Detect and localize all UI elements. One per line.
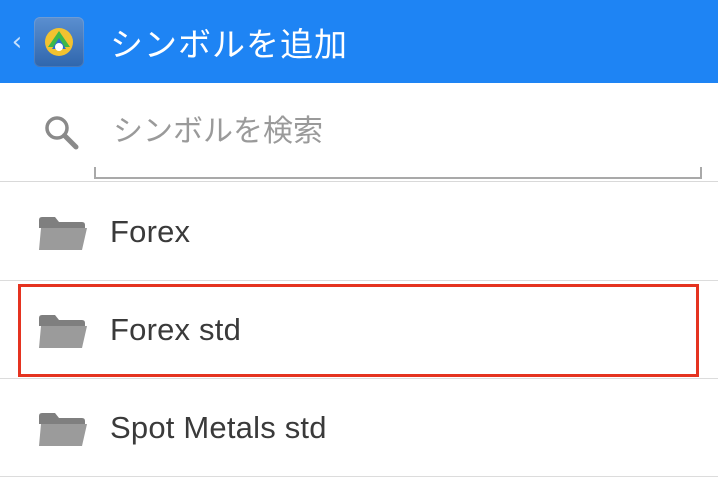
- folder-icon: [39, 315, 87, 348]
- search-bar: [0, 83, 718, 182]
- page-title: シンボルを追加: [110, 24, 348, 64]
- search-input-underline: [94, 167, 702, 179]
- list-item-spot-metals-std[interactable]: Spot Metals std: [0, 379, 718, 477]
- list-item-label: Spot Metals std: [110, 409, 327, 445]
- list-item-forex[interactable]: Forex: [0, 183, 718, 281]
- folder-icon: [39, 413, 87, 446]
- metatrader-logo-icon[interactable]: [34, 16, 84, 67]
- list-item-label: Forex std: [110, 311, 242, 347]
- search-icon: [45, 116, 79, 150]
- list-item-label: Forex: [110, 213, 191, 249]
- app-bar: ‹ シンボルを追加: [0, 0, 718, 83]
- chevron-left-icon: ‹: [11, 26, 23, 57]
- search-input[interactable]: [97, 103, 703, 159]
- back-button[interactable]: ‹: [0, 0, 30, 83]
- list-item-forex-std[interactable]: Forex std: [0, 281, 718, 379]
- folder-list: Forex Forex std Spot Metals std: [0, 183, 718, 477]
- folder-icon: [39, 217, 87, 250]
